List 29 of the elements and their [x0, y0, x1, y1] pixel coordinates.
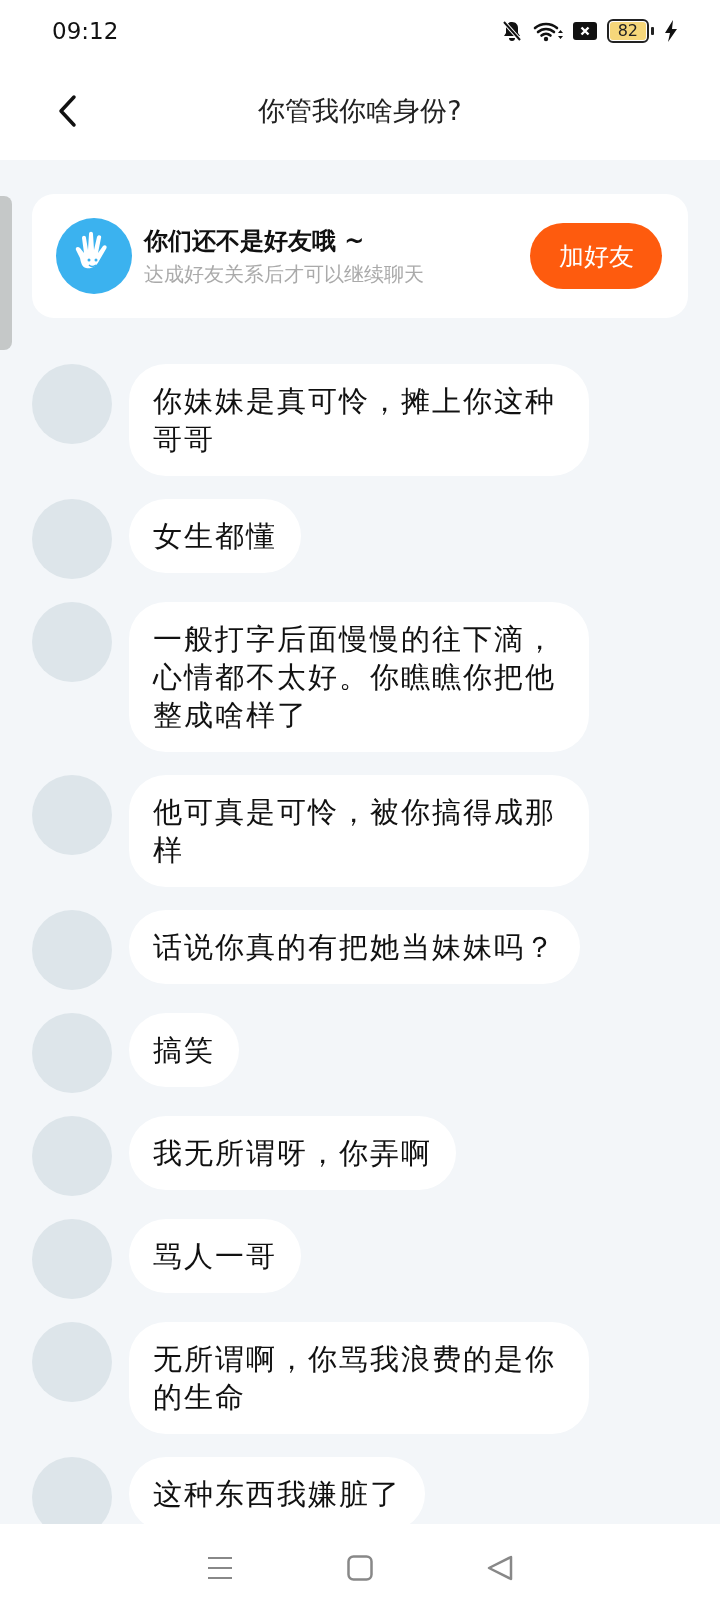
- message-bubble: 无所谓啊，你骂我浪费的是你的生命: [129, 1322, 589, 1434]
- message-bubble: 你妹妹是真可怜，摊上你这种哥哥: [129, 364, 589, 476]
- message-bubble: 搞笑: [129, 1013, 239, 1087]
- status-time: 09:12: [52, 18, 120, 44]
- message-bubble: 他可真是可怜，被你搞得成那样: [129, 775, 589, 887]
- charging-bolt-icon: [664, 20, 678, 42]
- message-bubble: 话说你真的有把她当妹妹吗？: [129, 910, 580, 984]
- wifi-icon: [532, 20, 563, 42]
- notice-subtitle: 达成好友关系后才可以继续聊天: [144, 260, 425, 288]
- message-bubble: 女生都懂: [129, 499, 301, 573]
- square-icon: [347, 1555, 373, 1581]
- message-bubble: 我无所谓呀，你弄啊: [129, 1116, 456, 1190]
- home-button[interactable]: [347, 1555, 373, 1581]
- triangle-back-icon: [487, 1555, 513, 1581]
- back-nav-button[interactable]: [487, 1555, 513, 1581]
- bell-muted-icon: [500, 20, 523, 42]
- menu-button[interactable]: [207, 1556, 233, 1580]
- battery-level: 82: [609, 22, 646, 40]
- message-bubble: 一般打字后面慢慢的往下滴，心情都不太好。你瞧瞧你把他整成啥样了: [129, 602, 589, 752]
- back-chevron-icon: [57, 94, 77, 128]
- message-bubble: 骂人一哥: [129, 1219, 301, 1293]
- waving-hand-logo-icon: [56, 218, 132, 294]
- sim-error-icon: [572, 21, 597, 41]
- notice-title: 你们还不是好友哦 ~: [144, 225, 366, 257]
- add-friend-button[interactable]: 加好友: [530, 223, 662, 289]
- menu-icon: [207, 1556, 233, 1580]
- chat-title: 你管我你啥身份?: [258, 94, 462, 128]
- scrollbar-thumb[interactable]: [0, 196, 12, 350]
- message-bubble: 这种东西我嫌脏了: [129, 1457, 425, 1524]
